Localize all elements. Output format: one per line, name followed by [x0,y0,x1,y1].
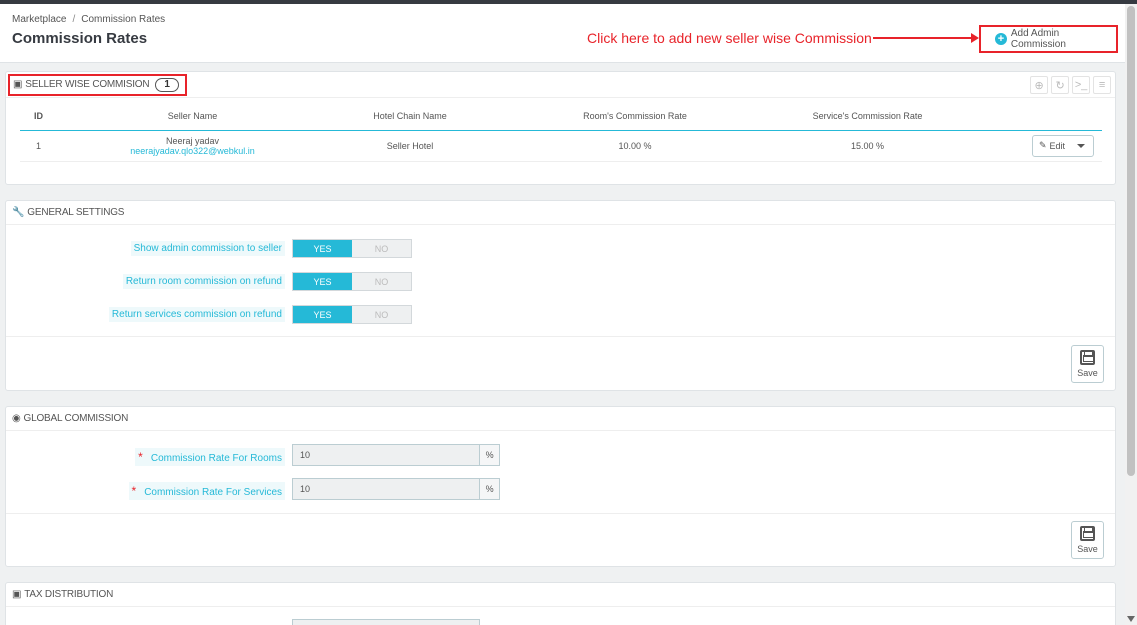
column-header-actions [990,103,1102,131]
panel-toolbar: ⊕ ↻ >_ ≡ [1030,76,1111,94]
column-header[interactable]: Seller Name [90,103,295,131]
percent-addon: % [479,445,499,465]
toggle-no[interactable]: NO [352,273,411,290]
setting-label: Show admin commission to seller [130,241,285,256]
pencil-icon: ✎ [1039,140,1047,150]
save-label: Save [1077,544,1098,554]
sql-query-icon[interactable]: >_ [1072,76,1090,94]
toggle-no[interactable]: NO [352,240,411,257]
scroll-down-arrow-icon[interactable] [1127,616,1135,622]
show-admin-commission-toggle[interactable]: YES NO [292,239,412,258]
required-asterisk: * [138,450,143,464]
rooms-commission-input-group: % [292,444,500,466]
setting-label: Return services commission on refund [108,307,285,322]
add-admin-commission-button[interactable]: + Add Admin Commission [979,25,1118,53]
general-settings-title: GENERAL SETTINGS [27,207,125,218]
rooms-commission-input[interactable] [293,445,480,465]
breadcrumb-separator: / [72,14,76,25]
breadcrumb: Marketplace / Commission Rates [12,14,165,25]
save-disk-icon [1080,350,1095,365]
cell-actions: ✎ Edit [990,130,1102,162]
table-row[interactable]: 1 Neeraj yadav neerajyadav.qlo322@webkul… [20,130,1102,162]
breadcrumb-current: Commission Rates [81,14,166,25]
general-settings-panel: 🔧 GENERAL SETTINGS Show admin commission… [5,200,1116,391]
tax-distribution-header: ▣ TAX DISTRIBUTION [6,583,1115,607]
page-header: Marketplace / Commission Rates Commission … [0,4,1125,63]
cell-hotel-chain: Seller Hotel [295,130,525,162]
services-commission-input-group: % [292,478,500,500]
money-icon: ▣ [12,589,22,600]
toggle-no[interactable]: NO [352,306,411,323]
page-title: Commission Rates [12,30,148,47]
tax-distribution-panel: ▣ TAX DISTRIBUTION [5,582,1116,625]
return-services-commission-toggle[interactable]: YES NO [292,305,412,324]
percent-addon: % [479,479,499,499]
seller-wise-commission-panel: ▣ SELLER WISE COMMISION 1 ⊕ ↻ >_ ≡ ID Se… [5,71,1116,185]
seller-count-badge: 1 [155,77,179,92]
seller-name: Neeraj yadav [165,135,220,146]
dropdown-caret-icon[interactable] [1077,143,1086,148]
seller-commission-table: ID Seller Name Hotel Chain Name Room's C… [20,103,1102,162]
return-room-commission-toggle[interactable]: YES NO [292,272,412,291]
setting-label: Return room commission on refund [122,274,285,289]
tax-input-partial[interactable] [292,619,480,625]
save-label: Save [1077,368,1098,378]
global-commission-panel: ◉ GLOBAL COMMISSION * Commission Rate For… [5,406,1116,567]
annotation-arrow [873,33,979,43]
export-database-icon[interactable]: ≡ [1093,76,1111,94]
save-general-settings-button[interactable]: Save [1071,345,1104,383]
add-new-icon[interactable]: ⊕ [1030,76,1048,94]
global-commission-title: GLOBAL COMMISSION [23,413,129,424]
table-header-row: ID Seller Name Hotel Chain Name Room's C… [20,103,1102,131]
seller-panel-header: ▣ SELLER WISE COMMISION 1 ⊕ ↻ >_ ≡ [6,72,1115,98]
plus-circle-icon: + [995,33,1007,45]
field-label-rooms: * Commission Rate For Rooms [135,448,285,466]
save-global-commission-button[interactable]: Save [1071,521,1104,559]
general-settings-header: 🔧 GENERAL SETTINGS [6,201,1115,225]
refresh-icon[interactable]: ↻ [1051,76,1069,94]
seller-email-link[interactable]: neerajyadav.qlo322@webkul.in [90,146,295,156]
globe-icon: ◉ [12,413,21,424]
seller-panel-title-highlight: ▣ SELLER WISE COMMISION 1 [8,73,187,96]
cell-service-rate: 15.00 % [745,130,990,162]
field-label-services: * Commission Rate For Services [128,482,285,500]
edit-label: Edit [1049,140,1066,151]
wrench-icon: 🔧 [12,207,25,218]
panel-footer-divider [6,513,1115,514]
annotation-text: Click here to add new seller wise Commis… [587,30,872,46]
toggle-yes[interactable]: YES [293,306,352,323]
seller-panel-title: SELLER WISE COMMISION [25,79,150,90]
required-asterisk: * [131,484,137,498]
save-disk-icon [1080,526,1095,541]
cell-seller: Neeraj yadav neerajyadav.qlo322@webkul.i… [90,130,295,162]
cell-room-rate: 10.00 % [525,130,745,162]
add-admin-commission-label: Add Admin Commission [1010,28,1066,50]
panel-footer-divider [6,336,1115,337]
column-header[interactable]: Hotel Chain Name [295,103,525,131]
services-commission-input[interactable] [293,479,480,499]
vertical-scrollbar[interactable] [1125,4,1137,625]
toggle-yes[interactable]: YES [293,273,352,290]
column-header[interactable]: Room's Commission Rate [525,103,745,131]
tax-distribution-title: TAX DISTRIBUTION [24,589,114,600]
toggle-yes[interactable]: YES [293,240,352,257]
global-commission-header: ◉ GLOBAL COMMISSION [6,407,1115,431]
breadcrumb-parent-link[interactable]: Marketplace [12,14,66,25]
edit-button[interactable]: ✎ Edit [1032,134,1094,157]
scrollbar-thumb[interactable] [1127,6,1135,476]
column-header[interactable]: Service's Commission Rate [745,103,990,131]
money-icon: ▣ [13,79,23,90]
cell-id: 1 [20,130,90,162]
column-header[interactable]: ID [20,103,90,131]
